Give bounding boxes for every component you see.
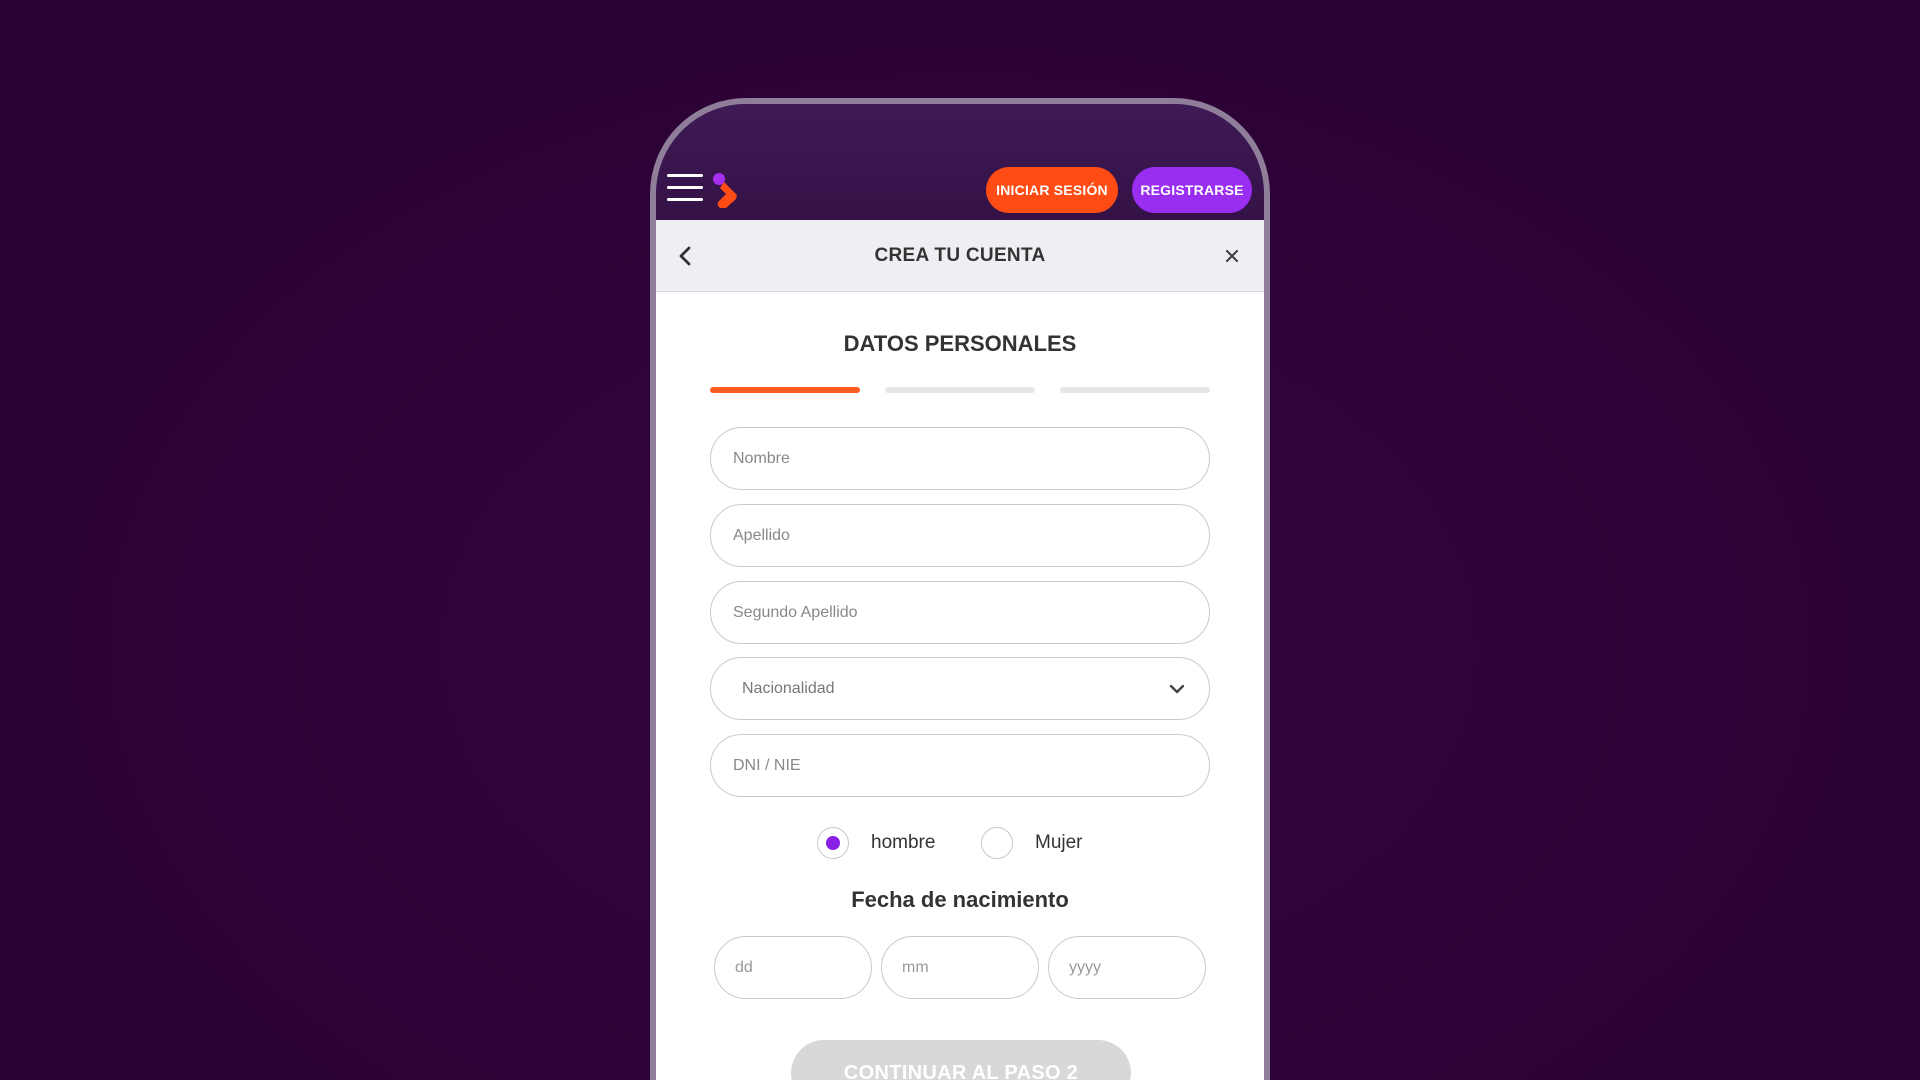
segundo-apellido-input[interactable] [733,603,1187,622]
nacionalidad-value: Nacionalidad [742,679,835,697]
dob-year-input[interactable] [1069,958,1185,977]
dob-month-input[interactable] [902,958,1018,977]
gender-radio-group: hombre Mujer [656,827,1264,863]
page-background: INICIAR SESIÓN REGISTRARSE CREA TU CUENT… [0,0,1920,1080]
progress-step-2 [885,387,1035,393]
phone-frame: INICIAR SESIÓN REGISTRARSE CREA TU CUENT… [650,98,1270,1080]
segundo-apellido-field[interactable] [710,581,1210,644]
dni-input[interactable] [733,756,1187,775]
dob-title: Fecha de nacimiento [851,887,1069,912]
progress-step-3 [1060,387,1210,393]
nombre-field[interactable] [710,427,1210,490]
dob-day-input[interactable] [735,958,851,977]
gender-label-hombre: hombre [871,832,936,853]
progress-step-1 [710,387,860,393]
app-header: INICIAR SESIÓN REGISTRARSE [656,104,1264,220]
login-button[interactable]: INICIAR SESIÓN [986,167,1118,213]
continue-button[interactable]: CONTINUAR AL PASO 2 [791,1040,1131,1080]
close-icon[interactable] [1218,242,1246,270]
radio-button[interactable] [981,827,1013,859]
hamburger-menu-icon[interactable] [667,172,703,202]
gender-option-hombre[interactable]: hombre [817,827,935,859]
gender-option-mujer[interactable]: Mujer [981,827,1083,859]
chevron-down-icon [1169,684,1185,693]
dob-month-field[interactable] [881,936,1039,999]
apellido-field[interactable] [710,504,1210,567]
modal-title: CREA TU CUENTA [874,244,1046,266]
dob-day-field[interactable] [714,936,872,999]
apellido-input[interactable] [733,526,1187,545]
modal-header: CREA TU CUENTA [656,220,1264,292]
signup-modal: CREA TU CUENTA DATOS PERSONALES Nombre A… [656,220,1264,1080]
dni-field[interactable] [710,734,1210,797]
nacionalidad-select[interactable]: Nacionalidad [710,657,1210,720]
nombre-input[interactable] [733,449,1187,468]
radio-button-selected[interactable] [817,827,849,859]
register-button[interactable]: REGISTRARSE [1132,167,1252,213]
progress-steps [710,387,1210,393]
chevron-left-icon[interactable] [672,242,700,270]
section-title: DATOS PERSONALES [843,331,1077,356]
gender-label-mujer: Mujer [1035,832,1083,853]
dob-year-field[interactable] [1048,936,1206,999]
brand-logo[interactable] [710,170,740,208]
